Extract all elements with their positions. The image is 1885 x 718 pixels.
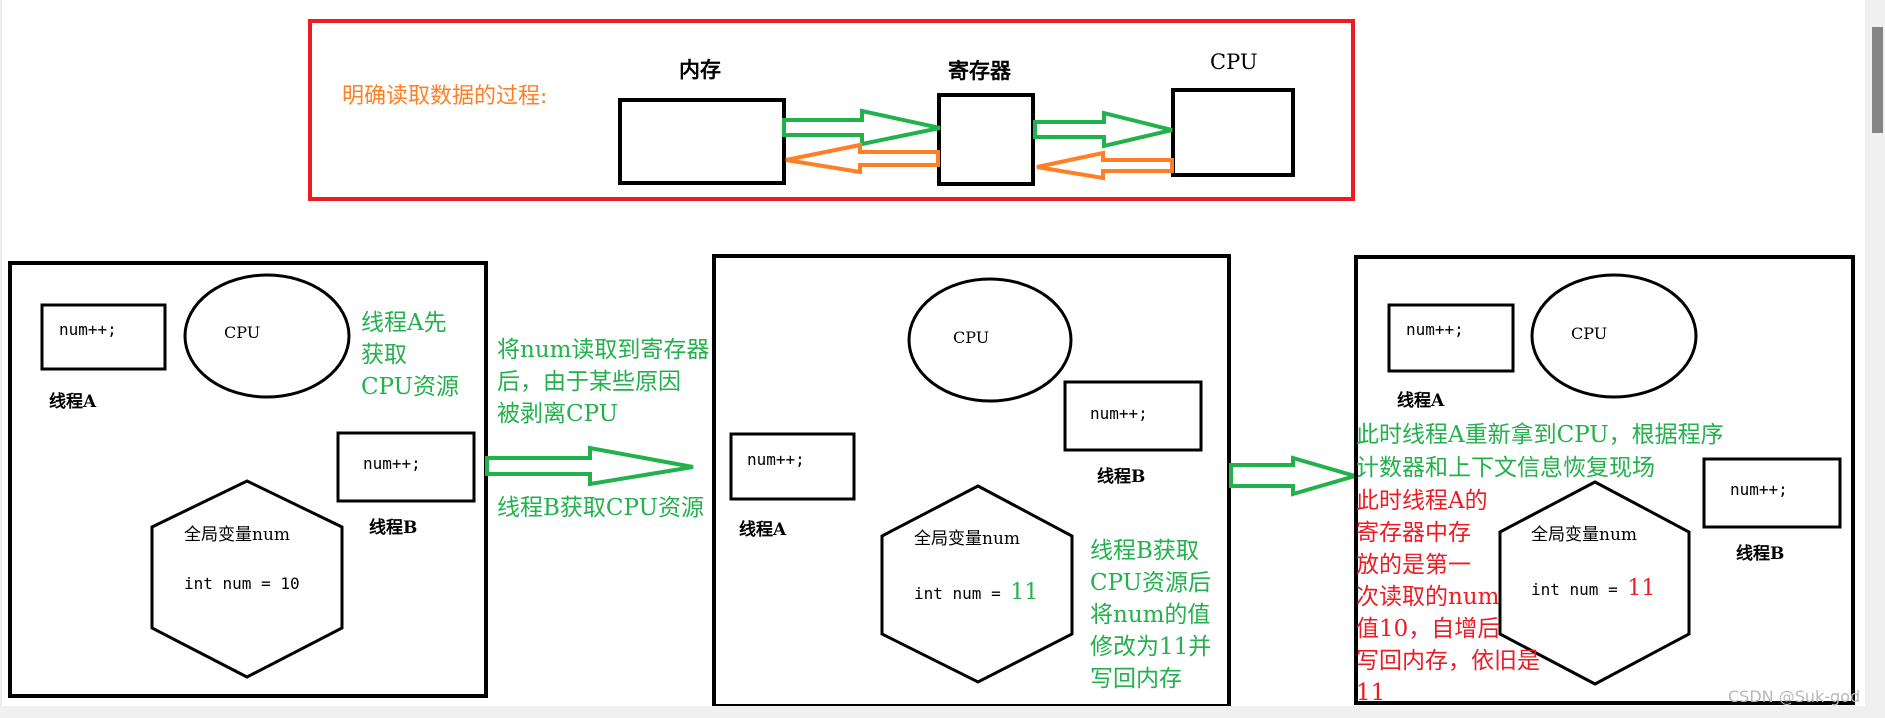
panel-1-cpu-label: CPU bbox=[224, 323, 261, 342]
watermark: CSDN @Suk-god bbox=[1728, 687, 1861, 706]
cpu-box bbox=[1171, 88, 1295, 177]
panel-3-red-note-line-7: 11 bbox=[1356, 680, 1386, 706]
panel-3-red-note-line-4: 次读取的num bbox=[1356, 584, 1500, 610]
panel-1-note-line-2: 获取 bbox=[361, 342, 407, 368]
memory-box bbox=[618, 98, 786, 185]
panel-1-thread-a-label: 线程A bbox=[49, 392, 97, 412]
top-panel-frame bbox=[308, 19, 1355, 201]
store-arrow-register-to-memory bbox=[785, 142, 940, 175]
panel-3-red-note-line-3: 放的是第一 bbox=[1356, 552, 1471, 578]
panel-2-note-line-3: 将num的值 bbox=[1090, 602, 1211, 628]
panel-1-note-line-3: CPU资源 bbox=[361, 374, 460, 400]
register-label: 寄存器 bbox=[948, 58, 1011, 83]
num-value: 10 bbox=[280, 574, 300, 593]
panel-1-cpu-ellipse bbox=[183, 273, 351, 399]
num-value: 11 bbox=[1627, 576, 1656, 601]
cpu-label: CPU bbox=[1210, 50, 1258, 74]
diagram-canvas bbox=[8, 19, 1855, 708]
panel-3-thread-a-code: num++; bbox=[1406, 320, 1464, 339]
num-value: 11 bbox=[1010, 580, 1039, 605]
panel-3-cpu-ellipse bbox=[1530, 273, 1698, 399]
store-arrow-cpu-to-register bbox=[1036, 150, 1174, 181]
panel-2-cpu-ellipse bbox=[907, 277, 1073, 403]
transition-arrow-2 bbox=[1229, 455, 1363, 497]
panel-3-thread-b-label: 线程B bbox=[1736, 544, 1785, 564]
scrollbar-thumb[interactable] bbox=[1872, 27, 1883, 133]
top-panel-title: 明确读取数据的过程: bbox=[342, 84, 548, 109]
panel-2-note-line-5: 写回内存 bbox=[1090, 666, 1182, 692]
panel-3-global-var-title: 全局变量num bbox=[1531, 525, 1638, 545]
transition-1-line-1: 将num读取到寄存器 bbox=[497, 337, 710, 363]
panel-3-thread-a-label: 线程A bbox=[1397, 391, 1445, 411]
panel-3-red-note-line-5: 值10，自增后 bbox=[1356, 616, 1501, 642]
panel-3-note-line-1: 此时线程A重新拿到CPU，根据程序 bbox=[1356, 422, 1724, 448]
panel-1-thread-b-code: num++; bbox=[363, 454, 421, 473]
panel-1-thread-a-code: num++; bbox=[59, 320, 117, 339]
panel-1-global-var-title: 全局变量num bbox=[184, 525, 291, 545]
panel-2-thread-b-label: 线程B bbox=[1097, 467, 1146, 487]
panel-3-global-var-decl: int num = 11 bbox=[1531, 578, 1655, 600]
transition-1-line-3: 被剥离CPU bbox=[497, 401, 619, 427]
panel-3-red-note-line-2: 寄存器中存 bbox=[1356, 520, 1471, 546]
horizontal-scroll-track bbox=[0, 706, 1885, 718]
register-box bbox=[937, 93, 1035, 186]
panel-2-note-line-4: 修改为11并 bbox=[1090, 634, 1212, 660]
panel-3-red-note-line-6: 写回内存，依旧是 bbox=[1356, 648, 1540, 674]
decl-text: int num = bbox=[184, 574, 281, 593]
panel-1-note-line-1: 线程A先 bbox=[361, 310, 447, 336]
memory-label: 内存 bbox=[679, 57, 721, 82]
panel-1-thread-b-label: 线程B bbox=[369, 518, 418, 538]
panel-2-thread-a-code: num++; bbox=[747, 450, 805, 469]
panel-3-thread-b-code: num++; bbox=[1730, 480, 1788, 499]
panel-3-red-note-line-1: 此时线程A的 bbox=[1356, 488, 1488, 514]
panel-3-cpu-label: CPU bbox=[1571, 324, 1608, 343]
panel-2-global-var-decl: int num = 11 bbox=[914, 582, 1038, 604]
transition-1-line-2: 后，由于某些原因 bbox=[497, 369, 681, 395]
decl-text: int num = bbox=[914, 584, 1011, 603]
panel-1-global-var-decl: int num = 10 bbox=[184, 576, 300, 592]
transition-arrow-1 bbox=[485, 445, 694, 487]
vertical-scrollbar[interactable] bbox=[1865, 0, 1885, 706]
panel-2-thread-b-code: num++; bbox=[1090, 404, 1148, 423]
panel-2-cpu-label: CPU bbox=[953, 328, 990, 347]
panel-2-global-var-title: 全局变量num bbox=[914, 529, 1021, 549]
load-arrow-memory-to-register bbox=[782, 108, 941, 147]
panel-2-note-line-1: 线程B获取 bbox=[1090, 538, 1199, 564]
panel-2-note-line-2: CPU资源后 bbox=[1090, 570, 1212, 596]
panel-2-thread-a-label: 线程A bbox=[739, 520, 787, 540]
transition-1-below: 线程B获取CPU资源 bbox=[497, 495, 704, 521]
decl-text: int num = bbox=[1531, 580, 1628, 599]
load-arrow-register-to-cpu bbox=[1033, 110, 1173, 149]
panel-3-note-line-2: 计数器和上下文信息恢复现场 bbox=[1356, 455, 1655, 481]
